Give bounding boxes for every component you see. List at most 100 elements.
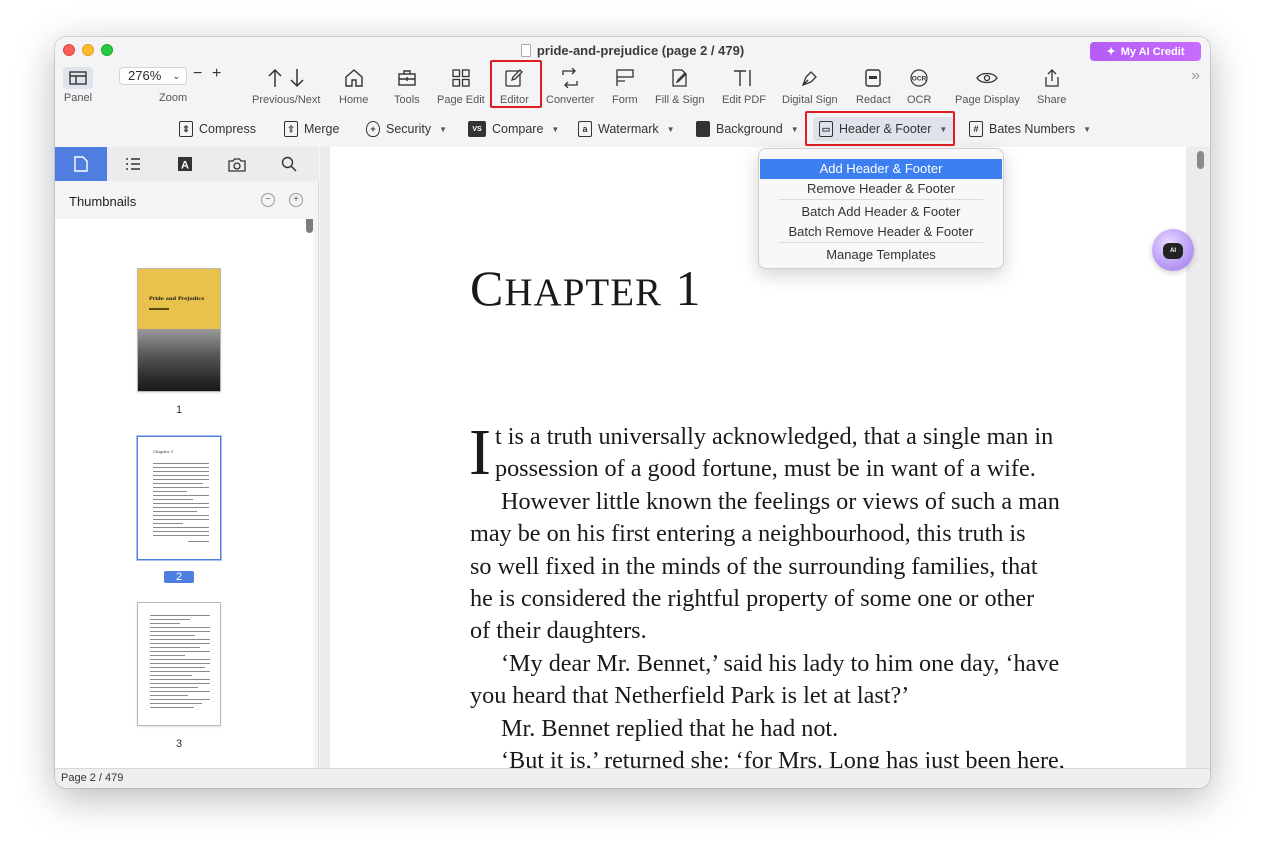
cover-title: Pride and Prejudice <box>149 296 205 302</box>
converter-button[interactable]: Converter <box>546 65 594 106</box>
background-icon <box>696 121 710 137</box>
menu-item-batch-add-header-footer[interactable]: Batch Add Header & Footer <box>759 202 1003 222</box>
panel-icon <box>63 67 93 89</box>
home-icon <box>344 65 364 91</box>
zoom-out-button[interactable]: − <box>193 65 202 83</box>
edit-pdf-button[interactable]: Edit PDF <box>722 65 766 106</box>
tab-thumbnails[interactable] <box>55 147 107 181</box>
page-edit-button[interactable]: Page Edit <box>437 65 485 106</box>
chapter-heading: CHAPTER 1 <box>470 260 702 316</box>
page-indicator: Page 2 / 479 <box>61 772 124 784</box>
menu-divider <box>779 242 983 243</box>
form-icon <box>615 65 635 91</box>
ocr-icon: OCR <box>908 65 930 91</box>
drop-cap: I <box>469 416 491 489</box>
header-footer-highlight-box <box>805 111 955 146</box>
fill-sign-icon <box>670 65 690 91</box>
tab-outline[interactable] <box>107 147 159 181</box>
toolbox-icon <box>397 65 417 91</box>
tab-search[interactable] <box>263 147 315 181</box>
ai-credit-button[interactable]: ✦ My AI Credit <box>1090 42 1201 61</box>
menu-item-manage-templates[interactable]: Manage Templates <box>759 245 1003 265</box>
thumbnail-zoom-out-icon[interactable]: − <box>261 193 275 207</box>
grid-icon <box>451 65 471 91</box>
title-bar: pride-and-prejudice (page 2 / 479) ✦ My … <box>55 37 1210 63</box>
cover-illustration <box>138 329 220 391</box>
ai-assistant-button[interactable]: AI <box>1152 229 1194 271</box>
arrow-up-down-icon <box>264 65 308 91</box>
thumbnail-label: 1 <box>175 404 183 416</box>
page-icon <box>74 156 88 172</box>
chevron-down-icon: ⌄ <box>172 71 180 81</box>
form-button[interactable]: Form <box>612 65 638 106</box>
text-cursor-icon <box>733 65 755 91</box>
tools-subtoolbar: ⇕ Compress ⇧ Merge + Security ▼ VS Compa… <box>55 111 1210 147</box>
status-bar: Page 2 / 479 <box>55 768 1210 788</box>
robot-icon: AI <box>1163 243 1183 259</box>
chapter-body-text: I t is a truth universally acknowledged,… <box>469 416 1065 769</box>
compare-button[interactable]: VS Compare ▼ <box>468 119 559 139</box>
tab-annotations[interactable]: A <box>159 147 211 181</box>
chevron-down-icon: ▼ <box>790 124 799 134</box>
zoom-select[interactable]: 276% ⌄ <box>119 67 187 85</box>
shield-icon: + <box>366 121 380 137</box>
camera-icon <box>228 157 246 172</box>
list-icon <box>126 158 140 170</box>
zoom-label: Zoom <box>159 92 188 104</box>
document-icon <box>520 44 531 57</box>
share-button[interactable]: Share <box>1037 65 1066 106</box>
zoom-in-button[interactable]: + <box>212 65 221 83</box>
chevron-down-icon: ▼ <box>1083 124 1092 134</box>
menu-item-remove-header-footer[interactable]: Remove Header & Footer <box>759 179 1003 199</box>
page-display-button[interactable]: Page Display <box>955 65 1020 106</box>
thumbnail-page-2[interactable]: Chapter 1 <box>137 436 221 560</box>
ocr-button[interactable]: OCR OCR <box>907 65 931 106</box>
home-button[interactable]: Home <box>339 65 368 106</box>
thumbnail-label: 3 <box>175 738 183 750</box>
thumbnail-page-3[interactable] <box>137 602 221 726</box>
sparkle-icon: ✦ <box>1106 46 1116 58</box>
app-window: pride-and-prejudice (page 2 / 479) ✦ My … <box>55 37 1210 788</box>
convert-icon <box>560 65 580 91</box>
sidebar-tabs: A <box>55 147 319 181</box>
sidebar: A Thumbnails − + Pride and Prejudice 1 C… <box>55 147 319 768</box>
thumbnail-list: Pride and Prejudice 1 Chapter 1 2 3 <box>55 219 313 768</box>
compress-button[interactable]: ⇕ Compress <box>179 119 256 139</box>
search-icon <box>281 156 297 172</box>
thumbnail-page-1[interactable]: Pride and Prejudice <box>137 268 221 392</box>
redact-icon <box>863 65 883 91</box>
document-scrollbar[interactable] <box>1197 151 1204 169</box>
chevron-down-icon: ▼ <box>551 124 560 134</box>
background-button[interactable]: Background ▼ <box>696 119 799 139</box>
watermark-button[interactable]: a Watermark ▼ <box>578 119 675 139</box>
menu-item-batch-remove-header-footer[interactable]: Batch Remove Header & Footer <box>759 222 1003 242</box>
bates-numbers-button[interactable]: # Bates Numbers ▼ <box>969 119 1091 139</box>
window-title: pride-and-prejudice (page 2 / 479) <box>55 43 1210 58</box>
security-button[interactable]: + Security ▼ <box>366 119 447 139</box>
redact-button[interactable]: Redact <box>856 65 891 106</box>
thumbnail-chapter-heading: Chapter 1 <box>153 449 174 454</box>
sidebar-heading: Thumbnails <box>69 194 137 209</box>
compress-icon: ⇕ <box>179 121 193 137</box>
svg-text:A: A <box>181 160 189 172</box>
merge-icon: ⇧ <box>284 121 298 137</box>
menu-item-add-header-footer[interactable]: Add Header & Footer <box>760 159 1002 179</box>
digital-sign-button[interactable]: Digital Sign <box>782 65 838 106</box>
more-tools-button[interactable]: » <box>1191 67 1200 85</box>
hash-icon: # <box>969 121 983 137</box>
panel-button[interactable]: Panel <box>63 65 93 104</box>
main-toolbar: Panel 276% ⌄ − + Zoom Previous/Next Home… <box>55 60 1210 111</box>
tab-snapshots[interactable] <box>211 147 263 181</box>
chevron-down-icon: ▼ <box>666 124 675 134</box>
tools-button[interactable]: Tools <box>394 65 420 106</box>
merge-button[interactable]: ⇧ Merge <box>284 119 339 139</box>
previous-next-button[interactable]: Previous/Next <box>252 65 320 106</box>
thumbnail-zoom-in-icon[interactable]: + <box>289 193 303 207</box>
fill-sign-button[interactable]: Fill & Sign <box>655 65 705 106</box>
thumbnail-label: 2 <box>137 571 221 583</box>
chevron-down-icon: ▼ <box>439 124 448 134</box>
pen-nib-icon <box>800 65 820 91</box>
sidebar-scrollbar[interactable] <box>306 219 313 233</box>
header-footer-menu: Add Header & Footer Remove Header & Foot… <box>758 148 1004 269</box>
editor-highlight-box <box>490 60 542 108</box>
